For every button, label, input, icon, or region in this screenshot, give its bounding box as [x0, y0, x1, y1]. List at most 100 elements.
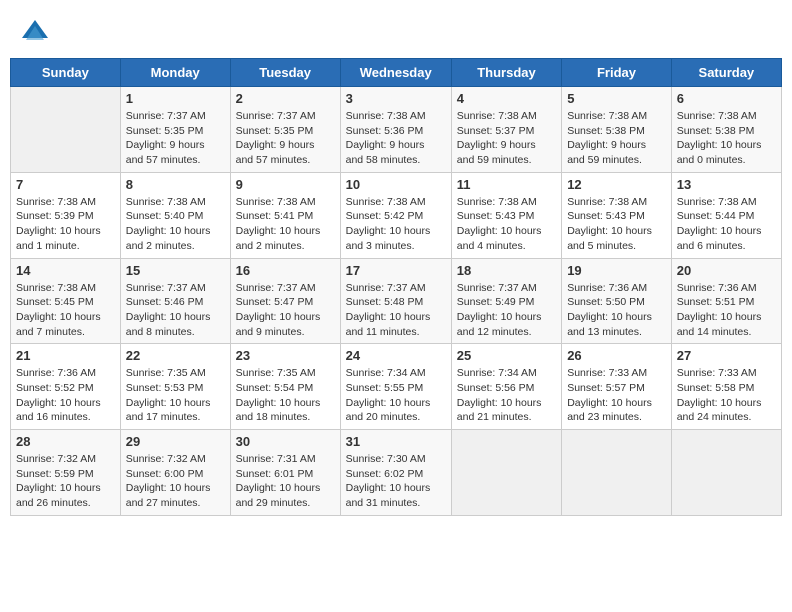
day-info: Sunrise: 7:37 AMSunset: 5:46 PMDaylight:… [126, 281, 225, 340]
logo [20, 18, 54, 48]
calendar-cell: 14Sunrise: 7:38 AMSunset: 5:45 PMDayligh… [11, 258, 121, 344]
day-info: Sunrise: 7:36 AMSunset: 5:51 PMDaylight:… [677, 281, 776, 340]
calendar-cell: 9 Sunrise: 7:38 AMSunset: 5:41 PMDaylight… [230, 172, 340, 258]
calendar-cell [11, 87, 121, 173]
day-info: Sunrise: 7:37 AMSunset: 5:47 PMDaylight:… [236, 281, 335, 340]
calendar-cell: 23Sunrise: 7:35 AMSunset: 5:54 PMDayligh… [230, 344, 340, 430]
day-info: Sunrise: 7:38 AMSunset: 5:38 PMDaylight:… [567, 109, 666, 168]
day-number: 22 [126, 348, 225, 363]
day-info: Sunrise: 7:33 AMSunset: 5:58 PMDaylight:… [677, 366, 776, 425]
day-info: Sunrise: 7:32 AMSunset: 6:00 PMDaylight:… [126, 452, 225, 511]
day-info: Sunrise: 7:38 AMSunset: 5:45 PMDaylight:… [16, 281, 115, 340]
calendar-cell: 21 Sunrise: 7:36 AMSunset: 5:52 PMDayligh… [11, 344, 121, 430]
calendar-cell: 13 Sunrise: 7:38 AMSunset: 5:44 PMDayligh… [671, 172, 781, 258]
day-info: Sunrise: 7:38 AMSunset: 5:41 PMDaylight:… [236, 195, 335, 254]
day-number: 13 [677, 177, 776, 192]
day-number: 20 [677, 263, 776, 278]
calendar-cell [562, 430, 672, 516]
calendar-cell: 6 Sunrise: 7:38 AMSunset: 5:38 PMDaylight… [671, 87, 781, 173]
day-info: Sunrise: 7:35 AMSunset: 5:53 PMDaylight:… [126, 366, 225, 425]
day-number: 5 [567, 91, 666, 106]
calendar-cell: 2Sunrise: 7:37 AMSunset: 5:35 PMDaylight… [230, 87, 340, 173]
day-number: 6 [677, 91, 776, 106]
day-number: 28 [16, 434, 115, 449]
calendar-cell: 4 Sunrise: 7:38 AMSunset: 5:37 PMDaylight… [451, 87, 561, 173]
day-number: 21 [16, 348, 115, 363]
day-number: 24 [346, 348, 446, 363]
day-info: Sunrise: 7:37 AMSunset: 5:35 PMDaylight:… [236, 109, 335, 168]
calendar-cell: 30 Sunrise: 7:31 AMSunset: 6:01 PMDayligh… [230, 430, 340, 516]
calendar-cell: 10Sunrise: 7:38 AMSunset: 5:42 PMDayligh… [340, 172, 451, 258]
day-number: 1 [126, 91, 225, 106]
day-info: Sunrise: 7:34 AMSunset: 5:55 PMDaylight:… [346, 366, 446, 425]
calendar-cell: 18 Sunrise: 7:37 AMSunset: 5:49 PMDayligh… [451, 258, 561, 344]
day-number: 10 [346, 177, 446, 192]
calendar-cell: 5 Sunrise: 7:38 AMSunset: 5:38 PMDaylight… [562, 87, 672, 173]
calendar-cell: 17 Sunrise: 7:37 AMSunset: 5:48 PMDayligh… [340, 258, 451, 344]
calendar-cell: 27 Sunrise: 7:33 AMSunset: 5:58 PMDayligh… [671, 344, 781, 430]
day-number: 16 [236, 263, 335, 278]
calendar-cell: 12 Sunrise: 7:38 AMSunset: 5:43 PMDayligh… [562, 172, 672, 258]
day-number: 29 [126, 434, 225, 449]
day-number: 11 [457, 177, 556, 192]
page-header [10, 10, 782, 54]
calendar-cell: 29 Sunrise: 7:32 AMSunset: 6:00 PMDayligh… [120, 430, 230, 516]
calendar-cell: 7 Sunrise: 7:38 AMSunset: 5:39 PMDaylight… [11, 172, 121, 258]
day-number: 17 [346, 263, 446, 278]
day-info: Sunrise: 7:38 AMSunset: 5:38 PMDaylight:… [677, 109, 776, 168]
day-info: Sunrise: 7:38 AMSunset: 5:37 PMDaylight:… [457, 109, 556, 168]
day-info: Sunrise: 7:37 AMSunset: 5:48 PMDaylight:… [346, 281, 446, 340]
day-info: Sunrise: 7:30 AMSunset: 6:02 PMDaylight:… [346, 452, 446, 511]
day-number: 25 [457, 348, 556, 363]
day-number: 7 [16, 177, 115, 192]
day-info: Sunrise: 7:38 AMSunset: 5:39 PMDaylight:… [16, 195, 115, 254]
calendar-week-row: 1 Sunrise: 7:37 AMSunset: 5:35 PMDaylight… [11, 87, 782, 173]
calendar-week-row: 21 Sunrise: 7:36 AMSunset: 5:52 PMDayligh… [11, 344, 782, 430]
logo-icon [20, 18, 50, 48]
calendar-week-row: 14Sunrise: 7:38 AMSunset: 5:45 PMDayligh… [11, 258, 782, 344]
calendar-cell [671, 430, 781, 516]
day-number: 18 [457, 263, 556, 278]
day-info: Sunrise: 7:38 AMSunset: 5:44 PMDaylight:… [677, 195, 776, 254]
day-info: Sunrise: 7:38 AMSunset: 5:43 PMDaylight:… [567, 195, 666, 254]
day-info: Sunrise: 7:38 AMSunset: 5:43 PMDaylight:… [457, 195, 556, 254]
day-info: Sunrise: 7:37 AMSunset: 5:35 PMDaylight:… [126, 109, 225, 168]
calendar-body: 1 Sunrise: 7:37 AMSunset: 5:35 PMDaylight… [11, 87, 782, 516]
calendar-cell [451, 430, 561, 516]
day-number: 23 [236, 348, 335, 363]
calendar-week-row: 7 Sunrise: 7:38 AMSunset: 5:39 PMDaylight… [11, 172, 782, 258]
weekday-header: Saturday [671, 59, 781, 87]
day-info: Sunrise: 7:36 AMSunset: 5:52 PMDaylight:… [16, 366, 115, 425]
day-number: 26 [567, 348, 666, 363]
calendar-cell: 1 Sunrise: 7:37 AMSunset: 5:35 PMDaylight… [120, 87, 230, 173]
day-info: Sunrise: 7:33 AMSunset: 5:57 PMDaylight:… [567, 366, 666, 425]
calendar-cell: 3Sunrise: 7:38 AMSunset: 5:36 PMDaylight… [340, 87, 451, 173]
day-info: Sunrise: 7:31 AMSunset: 6:01 PMDaylight:… [236, 452, 335, 511]
day-number: 12 [567, 177, 666, 192]
weekday-header: Monday [120, 59, 230, 87]
calendar-cell: 25 Sunrise: 7:34 AMSunset: 5:56 PMDayligh… [451, 344, 561, 430]
day-number: 4 [457, 91, 556, 106]
day-info: Sunrise: 7:36 AMSunset: 5:50 PMDaylight:… [567, 281, 666, 340]
day-number: 30 [236, 434, 335, 449]
calendar-cell: 16 Sunrise: 7:37 AMSunset: 5:47 PMDayligh… [230, 258, 340, 344]
calendar-cell: 28 Sunrise: 7:32 AMSunset: 5:59 PMDayligh… [11, 430, 121, 516]
calendar-cell: 26 Sunrise: 7:33 AMSunset: 5:57 PMDayligh… [562, 344, 672, 430]
calendar-cell: 24 Sunrise: 7:34 AMSunset: 5:55 PMDayligh… [340, 344, 451, 430]
weekday-header: Thursday [451, 59, 561, 87]
calendar-week-row: 28 Sunrise: 7:32 AMSunset: 5:59 PMDayligh… [11, 430, 782, 516]
day-number: 19 [567, 263, 666, 278]
day-info: Sunrise: 7:34 AMSunset: 5:56 PMDaylight:… [457, 366, 556, 425]
day-number: 27 [677, 348, 776, 363]
calendar-cell: 20 Sunrise: 7:36 AMSunset: 5:51 PMDayligh… [671, 258, 781, 344]
day-info: Sunrise: 7:32 AMSunset: 5:59 PMDaylight:… [16, 452, 115, 511]
weekday-header: Wednesday [340, 59, 451, 87]
day-info: Sunrise: 7:38 AMSunset: 5:36 PMDaylight:… [346, 109, 446, 168]
day-number: 15 [126, 263, 225, 278]
day-number: 9 [236, 177, 335, 192]
weekday-header: Sunday [11, 59, 121, 87]
day-info: Sunrise: 7:37 AMSunset: 5:49 PMDaylight:… [457, 281, 556, 340]
weekday-header: Tuesday [230, 59, 340, 87]
calendar-cell: 22 Sunrise: 7:35 AMSunset: 5:53 PMDayligh… [120, 344, 230, 430]
calendar-cell: 31Sunrise: 7:30 AMSunset: 6:02 PMDayligh… [340, 430, 451, 516]
